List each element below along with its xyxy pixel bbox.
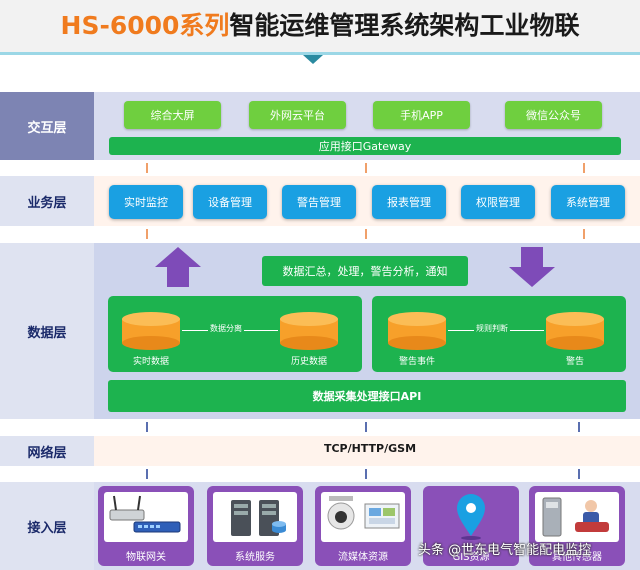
access-card-gateway: 物联网关 bbox=[98, 486, 194, 566]
server-icon bbox=[213, 492, 297, 542]
arrow-up-icon bbox=[155, 247, 201, 287]
connector-tick bbox=[365, 229, 367, 239]
sensor-icon bbox=[535, 492, 619, 542]
business-item-report: 报表管理 bbox=[372, 185, 446, 219]
access-card-media: 流媒体资源 bbox=[315, 486, 411, 566]
business-layer-label: 业务层 bbox=[0, 176, 94, 226]
database-realtime-icon bbox=[122, 312, 180, 350]
business-item-device: 设备管理 bbox=[193, 185, 267, 219]
connector-tick bbox=[365, 469, 367, 479]
connector-tick bbox=[365, 422, 367, 432]
connector-tick bbox=[146, 422, 148, 432]
data-summary-box: 数据汇总，处理，警告分析，通知 bbox=[262, 256, 468, 286]
database-history-icon bbox=[280, 312, 338, 350]
title-main: 智能运维管理系统架构 bbox=[229, 11, 480, 40]
interaction-item-mobile-app: 手机APP bbox=[373, 101, 470, 129]
connector-tick bbox=[583, 163, 585, 173]
access-label-gateway: 物联网关 bbox=[126, 552, 166, 563]
db-link-label-right: 规则判断 bbox=[474, 323, 510, 334]
connector-tick bbox=[146, 469, 148, 479]
db-label-alarm: 警告 bbox=[565, 357, 584, 367]
arrow-down-icon bbox=[509, 247, 555, 287]
interaction-layer-label: 交互层 bbox=[0, 92, 94, 160]
interaction-item-cloud-platform: 外网云平台 bbox=[249, 101, 346, 129]
business-item-permission: 权限管理 bbox=[461, 185, 535, 219]
connector-tick bbox=[365, 163, 367, 173]
access-label-services: 系统服务 bbox=[235, 552, 275, 563]
title-banner: HS-6000系列智能运维管理系统架构工业物联 bbox=[0, 0, 640, 54]
interaction-item-wechat: 微信公众号 bbox=[505, 101, 602, 129]
access-card-services: 系统服务 bbox=[207, 486, 303, 566]
access-label-media: 流媒体资源 bbox=[338, 552, 388, 563]
connector-tick bbox=[146, 229, 148, 239]
db-label-alarm-events: 警告事件 bbox=[398, 357, 435, 367]
connector-tick bbox=[578, 469, 580, 479]
network-layer-label: 网络层 bbox=[0, 436, 94, 466]
data-layer-label: 数据层 bbox=[0, 243, 94, 419]
router-icon bbox=[104, 492, 188, 542]
database-alarm-events-icon bbox=[388, 312, 446, 350]
api-bar: 数据采集处理接口API bbox=[108, 380, 626, 412]
business-item-alarm: 警告管理 bbox=[282, 185, 356, 219]
title-series: HS-6000系列 bbox=[60, 11, 230, 40]
title-iot: 工业物联 bbox=[479, 11, 580, 40]
connector-tick bbox=[583, 229, 585, 239]
database-alarm-icon bbox=[546, 312, 604, 350]
network-protocol: TCP/HTTP/GSM bbox=[323, 442, 417, 455]
business-item-system: 系统管理 bbox=[551, 185, 625, 219]
connector-tick bbox=[578, 422, 580, 432]
camera-icon bbox=[321, 492, 405, 542]
access-layer-label: 接入层 bbox=[0, 482, 94, 570]
interaction-item-big-screen: 综合大屏 bbox=[124, 101, 221, 129]
watermark-text: 头条 @世东电气智能配电监控 bbox=[418, 543, 592, 558]
db-link-label-left: 数据分离 bbox=[208, 323, 244, 334]
page-title: HS-6000系列智能运维管理系统架构工业物联 bbox=[0, 6, 640, 42]
location-pin-icon bbox=[429, 492, 513, 542]
gateway-bar: 应用接口Gateway bbox=[109, 137, 621, 155]
db-label-history: 历史数据 bbox=[290, 357, 327, 367]
title-pointer-icon bbox=[303, 55, 323, 64]
business-item-monitoring: 实时监控 bbox=[109, 185, 183, 219]
db-label-realtime: 实时数据 bbox=[132, 357, 169, 367]
connector-tick bbox=[146, 163, 148, 173]
